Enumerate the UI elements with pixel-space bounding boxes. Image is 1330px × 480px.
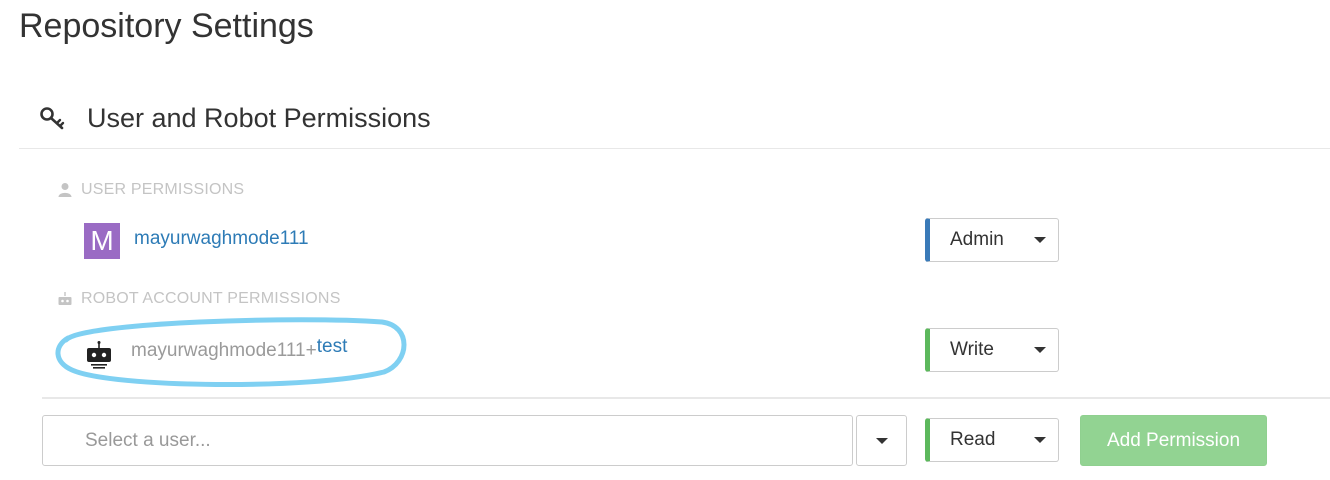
user-permissions-label-text: USER PERMISSIONS (81, 181, 245, 198)
robot-permissions-label: ROBOT ACCOUNT PERMISSIONS (57, 290, 341, 308)
chevron-down-icon (1034, 347, 1046, 353)
add-permission-divider (42, 397, 1330, 399)
robot-permissions-label-text: ROBOT ACCOUNT PERMISSIONS (81, 290, 341, 307)
key-icon (38, 103, 68, 133)
new-role-select[interactable]: Read (925, 418, 1059, 462)
chevron-down-icon (1034, 437, 1046, 443)
user-name-link[interactable]: mayurwaghmode111 (134, 228, 309, 250)
robot-name-suffix: test (316, 336, 348, 357)
section-header: User and Robot Permissions (38, 100, 431, 136)
user-dropdown-toggle[interactable] (856, 415, 907, 466)
avatar: M (84, 223, 120, 259)
robot-icon (84, 340, 114, 370)
select-user-input[interactable] (42, 415, 853, 466)
user-role-select[interactable]: Admin (925, 218, 1059, 262)
robot-name-prefix: mayurwaghmode111+ (131, 340, 317, 361)
add-permission-button[interactable]: Add Permission (1080, 415, 1267, 466)
robot-small-icon (57, 291, 73, 307)
new-role-label: Read (950, 429, 996, 450)
section-title: User and Robot Permissions (87, 103, 431, 133)
robot-role-label: Write (950, 339, 994, 360)
user-permissions-label: USER PERMISSIONS (57, 181, 244, 199)
robot-name[interactable]: mayurwaghmode111+test (131, 336, 347, 362)
user-role-label: Admin (950, 229, 1004, 250)
chevron-down-icon (1034, 237, 1046, 243)
section-divider (19, 148, 1330, 149)
user-icon (57, 182, 73, 198)
robot-role-select[interactable]: Write (925, 328, 1059, 372)
chevron-down-icon (875, 437, 888, 444)
page-title: Repository Settings (19, 7, 314, 45)
